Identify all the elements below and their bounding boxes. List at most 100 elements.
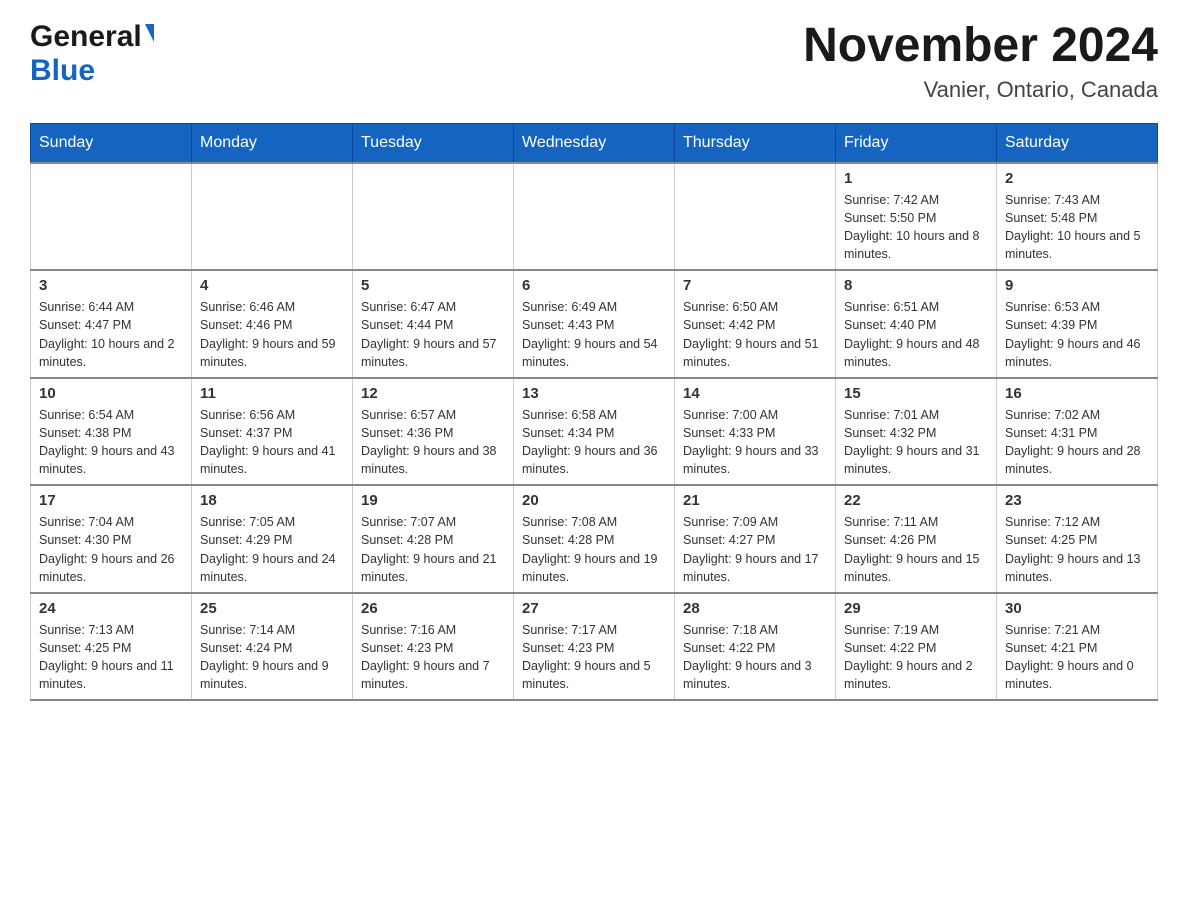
day-info: Sunrise: 6:50 AMSunset: 4:42 PMDaylight:… xyxy=(683,298,827,371)
calendar-header-wednesday: Wednesday xyxy=(514,123,675,163)
day-info: Sunrise: 6:58 AMSunset: 4:34 PMDaylight:… xyxy=(522,406,666,479)
day-number: 22 xyxy=(844,492,988,509)
day-info: Sunrise: 7:05 AMSunset: 4:29 PMDaylight:… xyxy=(200,513,344,586)
day-number: 30 xyxy=(1005,600,1149,617)
day-number: 8 xyxy=(844,277,988,294)
day-info: Sunrise: 7:04 AMSunset: 4:30 PMDaylight:… xyxy=(39,513,183,586)
day-info: Sunrise: 7:19 AMSunset: 4:22 PMDaylight:… xyxy=(844,621,988,694)
day-info: Sunrise: 7:14 AMSunset: 4:24 PMDaylight:… xyxy=(200,621,344,694)
day-info: Sunrise: 6:46 AMSunset: 4:46 PMDaylight:… xyxy=(200,298,344,371)
day-number: 27 xyxy=(522,600,666,617)
calendar-cell: 26 Sunrise: 7:16 AMSunset: 4:23 PMDayligh… xyxy=(353,593,514,701)
calendar-cell: 24Sunrise: 7:13 AMSunset: 4:25 PMDayligh… xyxy=(31,593,192,701)
logo-blue-text: Blue xyxy=(30,54,95,87)
calendar-header-sunday: Sunday xyxy=(31,123,192,163)
calendar-cell: 3Sunrise: 6:44 AMSunset: 4:47 PMDaylight… xyxy=(31,270,192,378)
calendar-cell: 8 Sunrise: 6:51 AMSunset: 4:40 PMDaylight… xyxy=(836,270,997,378)
day-number: 28 xyxy=(683,600,827,617)
day-number: 19 xyxy=(361,492,505,509)
day-info: Sunrise: 7:42 AMSunset: 5:50 PMDaylight:… xyxy=(844,191,988,264)
calendar-header-thursday: Thursday xyxy=(675,123,836,163)
day-number: 15 xyxy=(844,385,988,402)
day-number: 14 xyxy=(683,385,827,402)
day-number: 6 xyxy=(522,277,666,294)
calendar-cell xyxy=(353,163,514,271)
logo: General Blue xyxy=(30,20,154,88)
day-number: 12 xyxy=(361,385,505,402)
day-number: 7 xyxy=(683,277,827,294)
calendar-cell: 21 Sunrise: 7:09 AMSunset: 4:27 PMDayligh… xyxy=(675,485,836,593)
calendar-header-monday: Monday xyxy=(192,123,353,163)
day-info: Sunrise: 7:43 AMSunset: 5:48 PMDaylight:… xyxy=(1005,191,1149,264)
day-info: Sunrise: 7:01 AMSunset: 4:32 PMDaylight:… xyxy=(844,406,988,479)
day-number: 26 xyxy=(361,600,505,617)
calendar-cell: 25 Sunrise: 7:14 AMSunset: 4:24 PMDayligh… xyxy=(192,593,353,701)
calendar-cell: 19 Sunrise: 7:07 AMSunset: 4:28 PMDayligh… xyxy=(353,485,514,593)
calendar-cell xyxy=(675,163,836,271)
day-info: Sunrise: 7:07 AMSunset: 4:28 PMDaylight:… xyxy=(361,513,505,586)
day-info: Sunrise: 6:56 AMSunset: 4:37 PMDaylight:… xyxy=(200,406,344,479)
day-number: 2 xyxy=(1005,170,1149,187)
calendar-cell: 30Sunrise: 7:21 AMSunset: 4:21 PMDayligh… xyxy=(997,593,1158,701)
day-number: 3 xyxy=(39,277,183,294)
calendar-cell: 12 Sunrise: 6:57 AMSunset: 4:36 PMDayligh… xyxy=(353,378,514,486)
calendar-cell: 9Sunrise: 6:53 AMSunset: 4:39 PMDaylight… xyxy=(997,270,1158,378)
day-info: Sunrise: 7:11 AMSunset: 4:26 PMDaylight:… xyxy=(844,513,988,586)
calendar-week-row: 10Sunrise: 6:54 AMSunset: 4:38 PMDayligh… xyxy=(31,378,1158,486)
logo-arrow-icon xyxy=(145,24,154,42)
calendar-cell: 10Sunrise: 6:54 AMSunset: 4:38 PMDayligh… xyxy=(31,378,192,486)
day-number: 1 xyxy=(844,170,988,187)
calendar-cell: 5Sunrise: 6:47 AMSunset: 4:44 PMDaylight… xyxy=(353,270,514,378)
calendar-cell: 13Sunrise: 6:58 AMSunset: 4:34 PMDayligh… xyxy=(514,378,675,486)
calendar-cell xyxy=(192,163,353,271)
day-info: Sunrise: 6:51 AMSunset: 4:40 PMDaylight:… xyxy=(844,298,988,371)
calendar-cell: 16 Sunrise: 7:02 AMSunset: 4:31 PMDayligh… xyxy=(997,378,1158,486)
calendar-header-row: SundayMondayTuesdayWednesdayThursdayFrid… xyxy=(31,123,1158,163)
day-info: Sunrise: 7:00 AMSunset: 4:33 PMDaylight:… xyxy=(683,406,827,479)
day-number: 21 xyxy=(683,492,827,509)
day-info: Sunrise: 6:57 AMSunset: 4:36 PMDaylight:… xyxy=(361,406,505,479)
day-info: Sunrise: 7:02 AMSunset: 4:31 PMDaylight:… xyxy=(1005,406,1149,479)
day-info: Sunrise: 7:09 AMSunset: 4:27 PMDaylight:… xyxy=(683,513,827,586)
calendar-week-row: 24Sunrise: 7:13 AMSunset: 4:25 PMDayligh… xyxy=(31,593,1158,701)
calendar-header-friday: Friday xyxy=(836,123,997,163)
calendar-cell: 27 Sunrise: 7:17 AMSunset: 4:23 PMDayligh… xyxy=(514,593,675,701)
calendar-cell: 15 Sunrise: 7:01 AMSunset: 4:32 PMDayligh… xyxy=(836,378,997,486)
day-info: Sunrise: 7:16 AMSunset: 4:23 PMDaylight:… xyxy=(361,621,505,694)
calendar-table: SundayMondayTuesdayWednesdayThursdayFrid… xyxy=(30,123,1158,702)
day-number: 25 xyxy=(200,600,344,617)
day-info: Sunrise: 6:47 AMSunset: 4:44 PMDaylight:… xyxy=(361,298,505,371)
calendar-header-tuesday: Tuesday xyxy=(353,123,514,163)
calendar-week-row: 3Sunrise: 6:44 AMSunset: 4:47 PMDaylight… xyxy=(31,270,1158,378)
calendar-cell: 18Sunrise: 7:05 AMSunset: 4:29 PMDayligh… xyxy=(192,485,353,593)
location-subtitle: Vanier, Ontario, Canada xyxy=(803,77,1158,103)
calendar-cell xyxy=(514,163,675,271)
day-number: 4 xyxy=(200,277,344,294)
day-info: Sunrise: 7:18 AMSunset: 4:22 PMDaylight:… xyxy=(683,621,827,694)
calendar-cell: 29Sunrise: 7:19 AMSunset: 4:22 PMDayligh… xyxy=(836,593,997,701)
day-info: Sunrise: 6:54 AMSunset: 4:38 PMDaylight:… xyxy=(39,406,183,479)
day-number: 23 xyxy=(1005,492,1149,509)
day-number: 11 xyxy=(200,385,344,402)
calendar-week-row: 17Sunrise: 7:04 AMSunset: 4:30 PMDayligh… xyxy=(31,485,1158,593)
day-info: Sunrise: 6:49 AMSunset: 4:43 PMDaylight:… xyxy=(522,298,666,371)
calendar-cell: 28 Sunrise: 7:18 AMSunset: 4:22 PMDayligh… xyxy=(675,593,836,701)
calendar-cell: 4 Sunrise: 6:46 AMSunset: 4:46 PMDaylight… xyxy=(192,270,353,378)
calendar-header-saturday: Saturday xyxy=(997,123,1158,163)
day-info: Sunrise: 7:08 AMSunset: 4:28 PMDaylight:… xyxy=(522,513,666,586)
calendar-cell: 14 Sunrise: 7:00 AMSunset: 4:33 PMDayligh… xyxy=(675,378,836,486)
calendar-cell: 7 Sunrise: 6:50 AMSunset: 4:42 PMDaylight… xyxy=(675,270,836,378)
calendar-week-row: 1 Sunrise: 7:42 AMSunset: 5:50 PMDaylight… xyxy=(31,163,1158,271)
logo-general-text: General xyxy=(30,20,142,54)
calendar-cell: 17Sunrise: 7:04 AMSunset: 4:30 PMDayligh… xyxy=(31,485,192,593)
day-info: Sunrise: 7:12 AMSunset: 4:25 PMDaylight:… xyxy=(1005,513,1149,586)
calendar-cell: 22 Sunrise: 7:11 AMSunset: 4:26 PMDayligh… xyxy=(836,485,997,593)
day-number: 20 xyxy=(522,492,666,509)
day-number: 24 xyxy=(39,600,183,617)
day-info: Sunrise: 7:17 AMSunset: 4:23 PMDaylight:… xyxy=(522,621,666,694)
calendar-cell xyxy=(31,163,192,271)
day-number: 16 xyxy=(1005,385,1149,402)
page-header: General Blue November 2024 Vanier, Ontar… xyxy=(30,20,1158,103)
calendar-cell: 23 Sunrise: 7:12 AMSunset: 4:25 PMDayligh… xyxy=(997,485,1158,593)
day-info: Sunrise: 6:53 AMSunset: 4:39 PMDaylight:… xyxy=(1005,298,1149,371)
